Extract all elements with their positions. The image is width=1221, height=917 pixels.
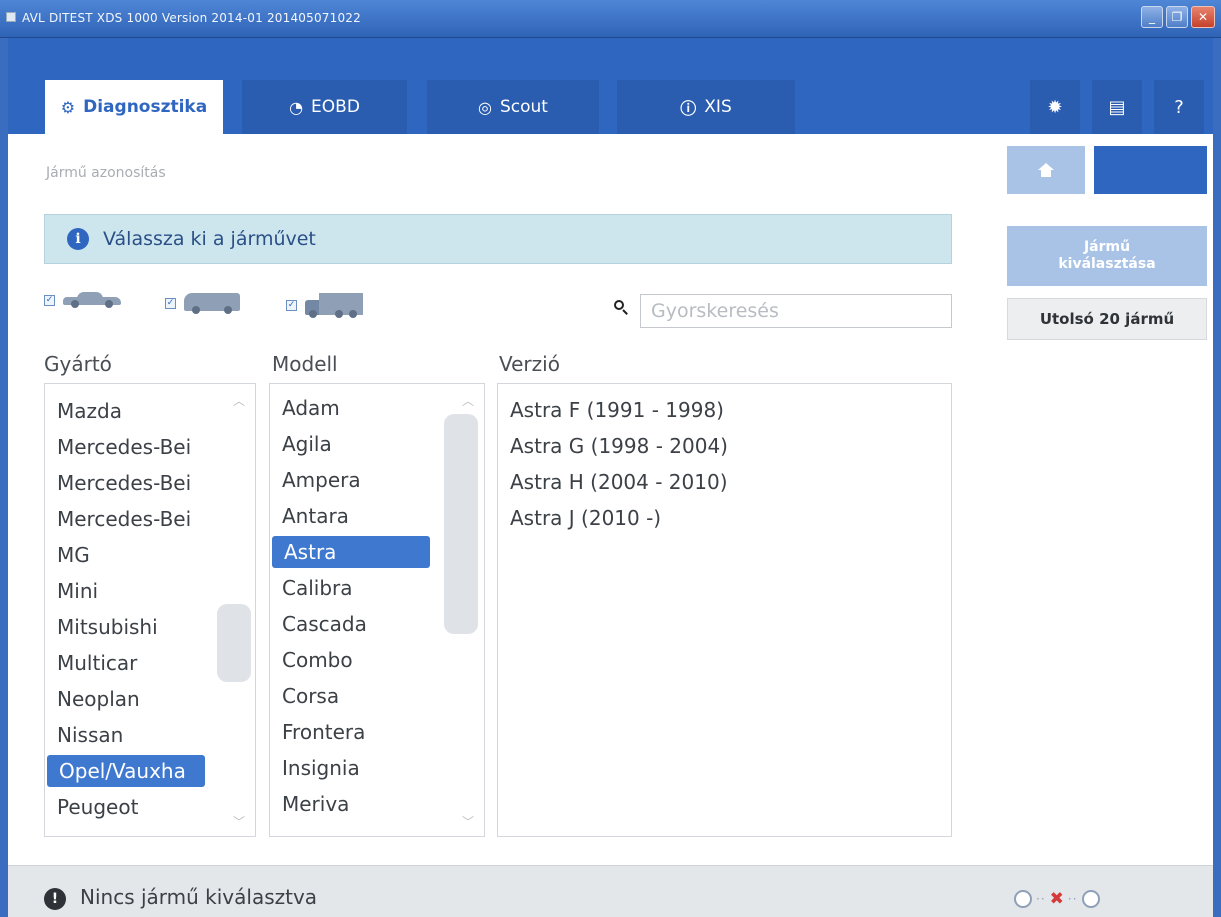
list-item[interactable]: Agila [282,428,332,460]
list-item[interactable]: Astra H (2004 - 2010) [510,466,728,498]
minimize-button[interactable]: _ [1141,6,1163,28]
scroll-up-icon[interactable]: ︿ [462,392,474,409]
list-item[interactable]: Mitsubishi [57,611,158,643]
vehicle-connector-icon [1081,890,1100,908]
model-column-title: Modell [272,352,338,376]
banner-text: Válassza ki a járművet [103,228,316,250]
list-item[interactable]: Mercedes-Bei [57,431,191,463]
restore-button[interactable]: ❐ [1166,6,1188,28]
tab-eobd[interactable]: ◔ EOBD [242,80,407,134]
list-item[interactable]: Astra G (1998 - 2004) [510,430,728,462]
vehicle-filter-van[interactable]: ✓ [165,292,240,314]
list-item[interactable]: Astra F (1991 - 1998) [510,394,724,426]
tab-header: ⚙ Diagnosztika ◔ EOBD ◎ Scout ⓘ XIS ✹ ▤ … [8,38,1213,134]
vehicle-select-label-1: Jármű [1083,239,1131,255]
info-banner: i Válassza ki a járművet [44,214,952,264]
list-item[interactable]: Ampera [282,464,361,496]
home-button[interactable] [1007,146,1085,194]
list-item[interactable]: MG [57,539,90,571]
tab-label: EOBD [311,97,360,117]
list-item[interactable]: Frontera [282,716,365,748]
info-icon: i [67,228,89,250]
list-item[interactable]: Antara [282,500,349,532]
quick-search-input[interactable] [640,294,952,328]
connection-status[interactable]: ·· ✖ ·· [1014,889,1100,909]
search-icon [614,300,628,315]
scroll-up-icon[interactable]: ︿ [233,392,245,409]
list-item[interactable]: Mercedes-Bei [57,467,191,499]
scroll-down-icon[interactable]: ﹀ [233,813,245,830]
model-scrollbar[interactable] [444,414,478,634]
manufacturer-list[interactable]: Mazda Mercedes-Bei Mercedes-Bei Mercedes-Be… [44,383,256,837]
vehicle-filter-car[interactable]: ✓ [44,292,121,308]
list-item[interactable]: Multicar [57,647,137,679]
list-item[interactable]: Nissan [57,719,123,751]
wrench-search-icon: ⚙ [60,97,76,117]
list-item[interactable]: Mercedes-Bei [57,503,191,535]
disconnected-icon: ✖ [1049,889,1064,909]
list-item[interactable]: Meriva [282,788,349,820]
list-item[interactable]: Insignia [282,752,360,784]
list-item[interactable]: Mini [57,575,98,607]
tab-diagnosztika[interactable]: ⚙ Diagnosztika [45,80,223,134]
tab-label: Scout [499,97,548,117]
breadcrumb: Jármű azonosítás [46,165,166,181]
list-item[interactable]: Peugeot [57,791,138,823]
window-title: AVL DITEST XDS 1000 Version 2014-01 2014… [22,11,361,25]
device-icon [1014,890,1032,908]
blank-action-button[interactable] [1094,146,1207,194]
last-20-vehicles-button[interactable]: Utolsó 20 jármű [1007,298,1207,340]
model-list[interactable]: Adam Agila Ampera Antara Astra Calibra Cascada… [269,383,485,837]
van-icon [184,292,240,314]
eobd-icon: ◔ [289,97,304,117]
manufacturer-scrollbar[interactable] [217,604,251,682]
info-icon: ⓘ [680,99,697,118]
messages-button[interactable]: ▤ [1092,80,1142,134]
vehicle-filter-truck[interactable]: ✓ [286,292,363,318]
manufacturer-column-title: Gyártó [44,352,112,376]
list-item[interactable]: Cascada [282,608,367,640]
car-checkbox[interactable]: ✓ [44,294,55,306]
gear-icon: ✹ [1047,96,1063,118]
scroll-down-icon[interactable]: ﹀ [462,813,474,830]
vehicle-select-button[interactable]: Jármű kiválasztása [1007,226,1207,286]
van-checkbox[interactable]: ✓ [165,297,176,309]
list-item[interactable]: Adam [282,392,340,424]
window-frame-right [1213,38,1221,917]
tab-label: Diagnosztika [83,97,208,117]
warning-icon: ! [44,888,66,910]
list-item[interactable]: Opel/Vauxha [47,755,205,787]
version-column-title: Verzió [499,352,560,376]
truck-checkbox[interactable]: ✓ [286,299,297,311]
close-button[interactable]: ✕ [1191,6,1215,28]
tab-label: XIS [704,97,732,117]
truck-icon [305,292,363,318]
chat-icon: ▤ [1108,96,1126,118]
scout-icon: ◎ [478,97,492,117]
list-item[interactable]: Astra J (2010 -) [510,502,661,534]
help-button[interactable]: ? [1154,80,1204,134]
version-list[interactable]: Astra F (1991 - 1998) Astra G (1998 - 200… [497,383,952,837]
status-text: Nincs jármű kiválasztva [80,885,318,909]
home-icon [1038,163,1054,177]
list-item[interactable]: Corsa [282,680,339,712]
tab-scout[interactable]: ◎ Scout [427,80,599,134]
list-item[interactable]: Astra [272,536,430,568]
vehicle-select-label-2: kiválasztása [1058,256,1156,272]
tab-xis[interactable]: ⓘ XIS [617,80,795,134]
list-item[interactable]: Neoplan [57,683,140,715]
window-frame-left [0,38,8,917]
settings-button[interactable]: ✹ [1030,80,1080,134]
list-item[interactable]: Mazda [57,395,122,427]
list-item[interactable]: Combo [282,644,353,676]
car-icon [63,292,121,308]
title-bar: AVL DITEST XDS 1000 Version 2014-01 2014… [0,0,1221,38]
app-icon [6,12,16,22]
list-item[interactable]: Calibra [282,572,353,604]
help-icon: ? [1174,96,1184,118]
